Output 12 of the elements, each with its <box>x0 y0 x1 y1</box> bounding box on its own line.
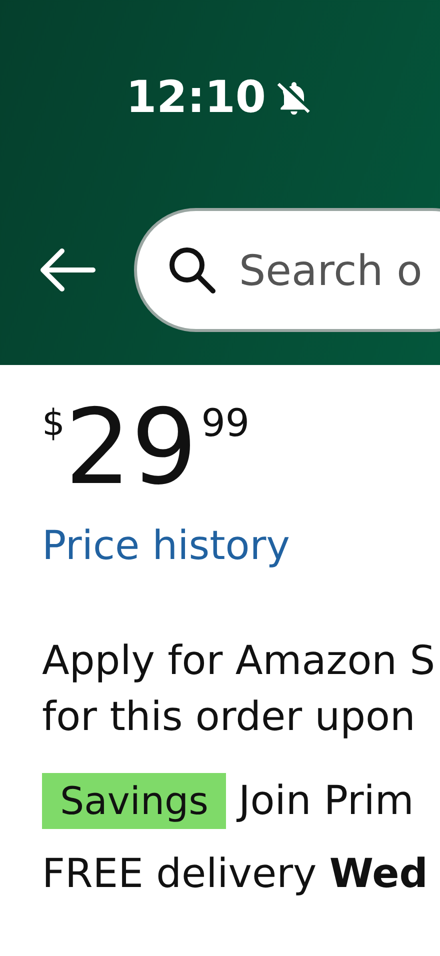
back-arrow-icon[interactable] <box>38 247 96 293</box>
card-offer-text: Apply for Amazon S for this order upon <box>42 637 436 742</box>
price-whole: 29 <box>64 395 198 499</box>
savings-badge: Savings <box>42 773 226 829</box>
search-icon <box>167 245 217 295</box>
savings-text: Join Prim <box>238 778 414 824</box>
delivery-text: FREE delivery Wed <box>42 851 429 897</box>
search-field[interactable]: Search o <box>134 208 440 332</box>
price-fraction: 99 <box>201 401 250 445</box>
price-history-link[interactable]: Price history <box>42 523 290 569</box>
status-time: 12:10 <box>126 72 266 123</box>
price-currency: $ <box>42 403 65 444</box>
